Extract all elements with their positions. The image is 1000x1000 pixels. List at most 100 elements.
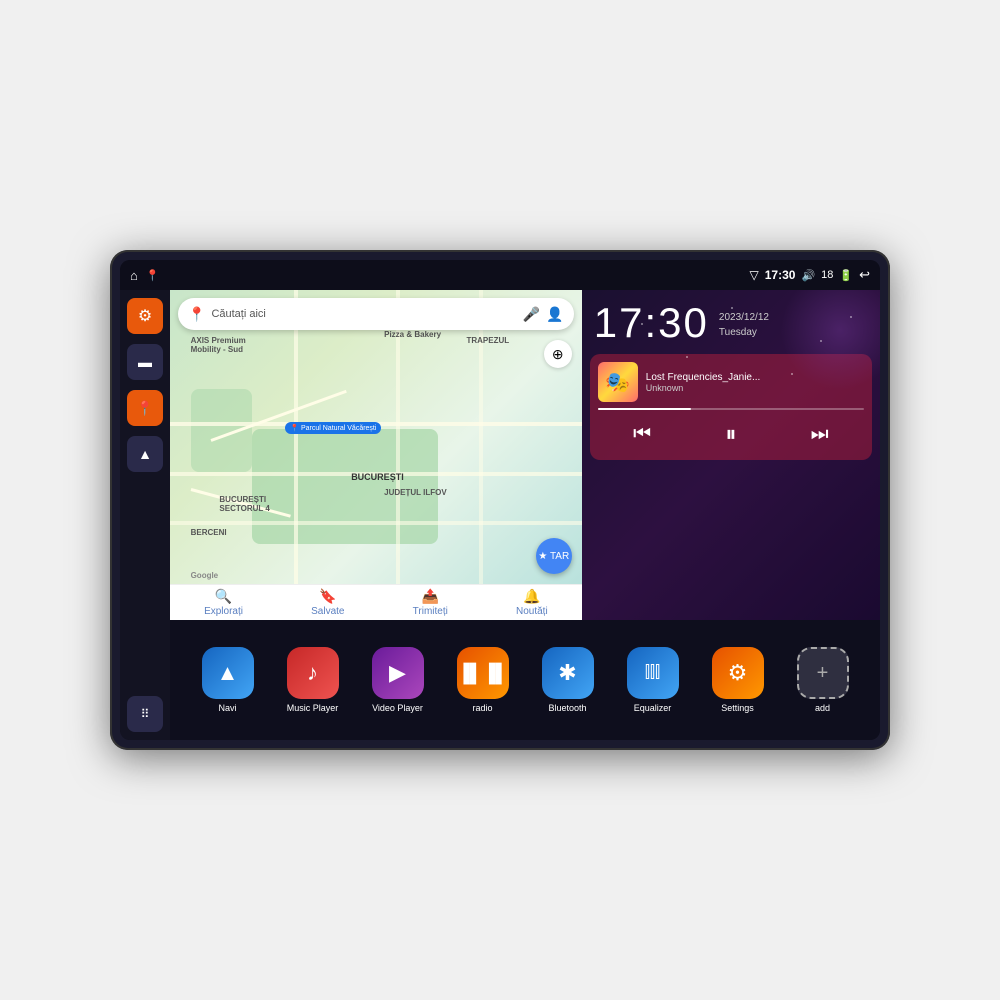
- clock-date: 2023/12/12: [719, 312, 769, 323]
- share-icon: 📤: [422, 588, 439, 605]
- map-bottom-nav: 🔍 Explorați 🔖 Salvate 📤 Trimiteți: [170, 584, 582, 620]
- map-background: AXIS PremiumMobility - Sud Pizza & Baker…: [170, 290, 582, 620]
- location-icon: 📍: [136, 400, 153, 417]
- music-icon: ♪: [287, 647, 339, 699]
- music-controls: ⏮ ⏸ ⏭: [598, 416, 864, 452]
- app-bluetooth[interactable]: ✱ Bluetooth: [533, 647, 603, 713]
- device-outer: ⌂ 📍 ▽ 17:30 🔊 18 🔋 ↩ ⚙ ▬: [110, 250, 890, 750]
- music-info: 🎭 Lost Frequencies_Janie... Unknown: [598, 362, 864, 402]
- google-maps-icon: 📍: [188, 306, 205, 323]
- status-bar: ⌂ 📍 ▽ 17:30 🔊 18 🔋 ↩: [120, 260, 880, 290]
- app-settings[interactable]: ⚙ Settings: [703, 647, 773, 713]
- wifi-icon: ▽: [750, 268, 759, 282]
- device-screen: ⌂ 📍 ▽ 17:30 🔊 18 🔋 ↩ ⚙ ▬: [120, 260, 880, 740]
- maps-icon[interactable]: 📍: [146, 269, 160, 282]
- map-star-btn[interactable]: ★ TAR: [536, 538, 572, 574]
- star-icon: ★ TAR: [538, 551, 569, 562]
- settings-app-icon: ⚙: [712, 647, 764, 699]
- battery-icon: 🔋: [839, 269, 853, 282]
- settings-icon: ⚙: [138, 306, 152, 326]
- grid-icon: ⠿: [141, 707, 150, 721]
- bluetooth-icon: ✱: [542, 647, 594, 699]
- explore-icon: 🔍: [215, 588, 232, 605]
- app-navi[interactable]: ▲ Navi: [193, 647, 263, 713]
- add-label: add: [815, 703, 830, 713]
- clock-day: Tuesday: [719, 327, 769, 338]
- map-nav-saved[interactable]: 🔖 Salvate: [311, 588, 344, 617]
- bluetooth-label: Bluetooth: [548, 703, 586, 713]
- map-label-berceni: BERCENI: [191, 528, 227, 537]
- next-btn[interactable]: ⏭: [804, 418, 836, 450]
- account-icon[interactable]: 👤: [546, 306, 563, 323]
- map-nav-share[interactable]: 📤 Trimiteți: [413, 588, 448, 617]
- music-player: 🎭 Lost Frequencies_Janie... Unknown: [590, 354, 872, 460]
- equalizer-label: Equalizer: [634, 703, 672, 713]
- time-display: 17:30: [765, 268, 796, 282]
- app-music[interactable]: ♪ Music Player: [278, 647, 348, 713]
- video-player-label: Video Player: [372, 703, 423, 713]
- sidebar-files-btn[interactable]: ▬: [127, 344, 163, 380]
- album-art: 🎭: [598, 362, 638, 402]
- map-label-trap: TRAPEZUL: [466, 336, 509, 345]
- content-area: AXIS PremiumMobility - Sud Pizza & Baker…: [170, 290, 880, 740]
- map-nav-explore[interactable]: 🔍 Explorați: [204, 588, 243, 617]
- sidebar-apps-btn[interactable]: ⠿: [127, 696, 163, 732]
- map-label-s4: BUCUREȘTISECTORUL 4: [219, 495, 269, 513]
- album-art-icon: 🎭: [605, 370, 630, 395]
- back-icon[interactable]: ↩: [859, 267, 870, 283]
- equalizer-icon: ⫿⫿⫿: [627, 647, 679, 699]
- app-radio[interactable]: ▐▌▐▌ radio: [448, 647, 518, 713]
- music-text: Lost Frequencies_Janie... Unknown: [646, 372, 864, 393]
- nav-arrow-icon: ▲: [138, 446, 152, 462]
- main-area: ⚙ ▬ 📍 ▲ ⠿: [120, 290, 880, 740]
- folder-icon: ▬: [138, 354, 152, 370]
- share-label: Trimiteți: [413, 606, 448, 617]
- home-icon[interactable]: ⌂: [130, 268, 138, 283]
- map-search-bar[interactable]: 📍 Căutați aici 🎤 👤: [178, 298, 574, 330]
- volume-icon: 🔊: [801, 269, 815, 282]
- app-grid: ▲ Navi ♪ Music Player ▶ V: [170, 620, 880, 740]
- saved-label: Salvate: [311, 606, 344, 617]
- music-artist: Unknown: [646, 383, 864, 393]
- news-icon: 🔔: [523, 588, 540, 605]
- status-right: ▽ 17:30 🔊 18 🔋 ↩: [750, 267, 871, 283]
- add-icon: +: [797, 647, 849, 699]
- map-compass[interactable]: ⊕: [544, 340, 572, 368]
- map-label-ilfov: JUDEȚUL ILFOV: [384, 488, 447, 497]
- saved-icon: 🔖: [319, 588, 336, 605]
- progress-bar[interactable]: [598, 408, 864, 410]
- map-container[interactable]: AXIS PremiumMobility - Sud Pizza & Baker…: [170, 290, 582, 620]
- sidebar-maps-btn[interactable]: 📍: [127, 390, 163, 426]
- search-text: Căutați aici: [211, 308, 516, 320]
- navi-label: Navi: [218, 703, 236, 713]
- music-player-label: Music Player: [287, 703, 339, 713]
- mic-icon[interactable]: 🎤: [523, 306, 540, 323]
- app-add[interactable]: + add: [788, 647, 858, 713]
- map-pin-park: 📍 Parcul Natural Văcărești: [285, 422, 381, 434]
- explore-label: Explorați: [204, 606, 243, 617]
- right-panel: 17:30 2023/12/12 Tuesday 🎭: [582, 290, 880, 620]
- upper-content: AXIS PremiumMobility - Sud Pizza & Baker…: [170, 290, 880, 620]
- radio-icon: ▐▌▐▌: [457, 647, 509, 699]
- clock-time: 17:30: [594, 302, 709, 344]
- prev-btn[interactable]: ⏮: [626, 418, 658, 450]
- battery-level: 18: [821, 269, 833, 281]
- music-title: Lost Frequencies_Janie...: [646, 372, 864, 383]
- radio-label: radio: [472, 703, 492, 713]
- sidebar-settings-btn[interactable]: ⚙: [127, 298, 163, 334]
- app-video[interactable]: ▶ Video Player: [363, 647, 433, 713]
- sidebar: ⚙ ▬ 📍 ▲ ⠿: [120, 290, 170, 740]
- video-icon: ▶: [372, 647, 424, 699]
- map-label-pizza: Pizza & Bakery: [384, 330, 441, 339]
- navi-icon: ▲: [202, 647, 254, 699]
- map-nav-news[interactable]: 🔔 Noutăți: [516, 588, 548, 617]
- app-equalizer[interactable]: ⫿⫿⫿ Equalizer: [618, 647, 688, 713]
- map-label-axis: AXIS PremiumMobility - Sud: [191, 336, 246, 354]
- clock-widget: 17:30 2023/12/12 Tuesday: [590, 298, 872, 348]
- progress-fill: [598, 408, 691, 410]
- settings-label: Settings: [721, 703, 754, 713]
- pause-btn[interactable]: ⏸: [715, 418, 747, 450]
- sidebar-nav-btn[interactable]: ▲: [127, 436, 163, 472]
- news-label: Noutăți: [516, 606, 548, 617]
- map-label-buc: BUCUREȘTI: [351, 472, 404, 482]
